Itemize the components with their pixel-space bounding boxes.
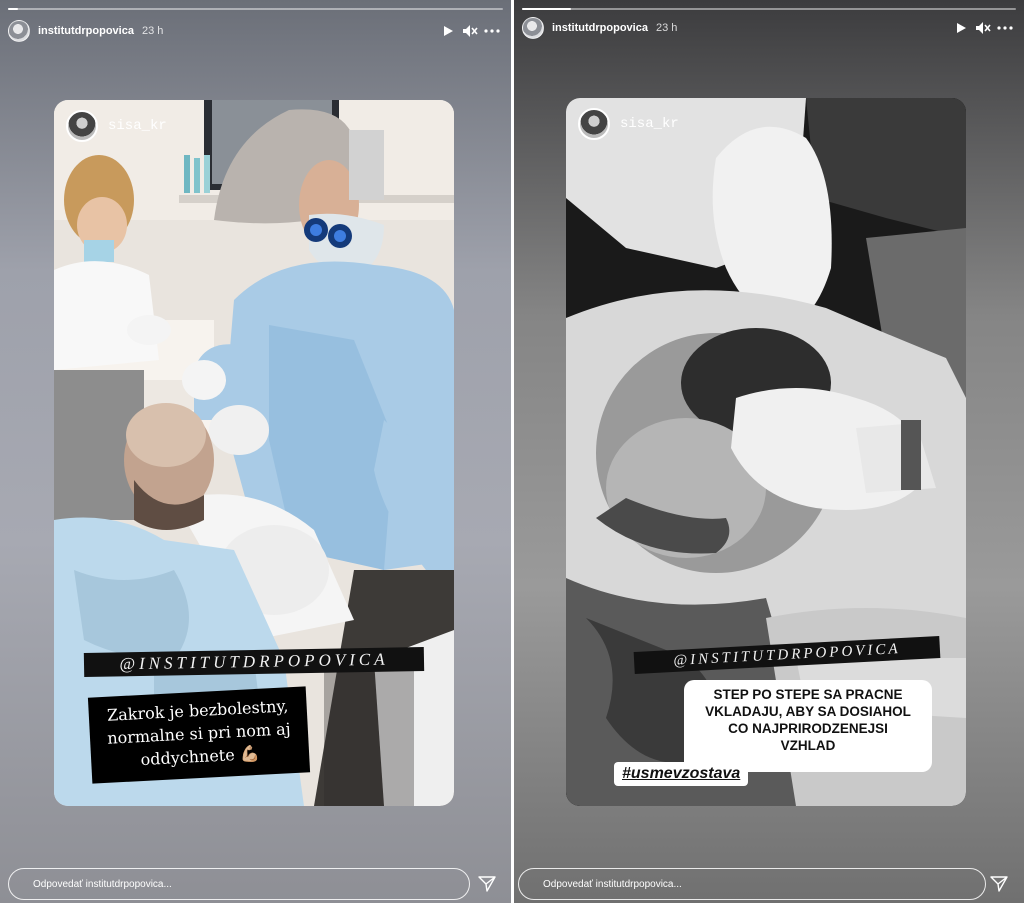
mention-sticker[interactable]: sisa_kr	[578, 108, 679, 140]
story-username[interactable]: institutdrpopovica	[552, 22, 648, 34]
story-header: institutdrpopovica 23 h	[8, 18, 501, 44]
story-username[interactable]: institutdrpopovica	[38, 25, 134, 37]
reply-input[interactable]: Odpovedať institutdrpopovica...	[8, 868, 470, 900]
caption-line: STEP PO STEPE SA PRACNE	[713, 687, 903, 702]
mention-username: sisa_kr	[620, 116, 679, 132]
hashtag-text: #usmevzostava	[622, 765, 741, 782]
send-icon[interactable]	[476, 873, 498, 895]
avatar	[578, 108, 610, 140]
story-timestamp: 23 h	[141, 25, 164, 37]
more-icon[interactable]	[483, 22, 501, 40]
play-icon[interactable]	[439, 22, 457, 40]
avatar[interactable]	[522, 17, 544, 39]
reply-input[interactable]: Odpovedať institutdrpopovica...	[518, 868, 986, 900]
avatar	[66, 110, 98, 142]
send-icon[interactable]	[988, 873, 1010, 895]
story-timestamp: 23 h	[655, 22, 678, 34]
mention-username: sisa_kr	[108, 118, 167, 134]
caption-line: CO NAJPRIRODZENEJSI	[728, 721, 888, 736]
avatar[interactable]	[8, 20, 30, 42]
mention-sticker[interactable]: sisa_kr	[66, 110, 167, 142]
caption-line: VZHLAD	[780, 738, 836, 753]
more-icon[interactable]	[996, 19, 1014, 37]
story-media[interactable]: sisa_kr @INSTITUTDRPOPOVICA STEP PO STEP…	[566, 98, 966, 806]
story-panel-left[interactable]: institutdrpopovica 23 h sisa_kr @INSTITU…	[0, 0, 511, 903]
story-panel-right[interactable]: institutdrpopovica 23 h sisa_kr @INSTITU…	[514, 0, 1024, 903]
hashtag-sticker[interactable]: #usmevzostava	[614, 762, 749, 786]
tag-text: @INSTITUTDRPOPOVICA	[119, 649, 389, 674]
mute-icon[interactable]	[461, 22, 479, 40]
mute-icon[interactable]	[974, 19, 992, 37]
story-progress-bar	[522, 8, 1016, 10]
reply-placeholder: Odpovedať institutdrpopovica...	[543, 878, 682, 890]
caption-line: VKLADAJU, ABY SA DOSIAHOL	[705, 704, 911, 719]
story-progress-fill	[522, 8, 572, 10]
story-caption: STEP PO STEPE SA PRACNE VKLADAJU, ABY SA…	[684, 680, 932, 772]
play-icon[interactable]	[952, 19, 970, 37]
story-header: institutdrpopovica 23 h	[522, 15, 1014, 41]
reply-placeholder: Odpovedať institutdrpopovica...	[33, 878, 172, 890]
story-progress-fill	[8, 8, 18, 10]
story-progress-bar	[8, 8, 503, 10]
story-caption: Zakrok je bezbolestny, normalne si pri n…	[87, 686, 311, 784]
story-media[interactable]: sisa_kr @INSTITUTDRPOPOVICA Zakrok je be…	[54, 100, 454, 806]
